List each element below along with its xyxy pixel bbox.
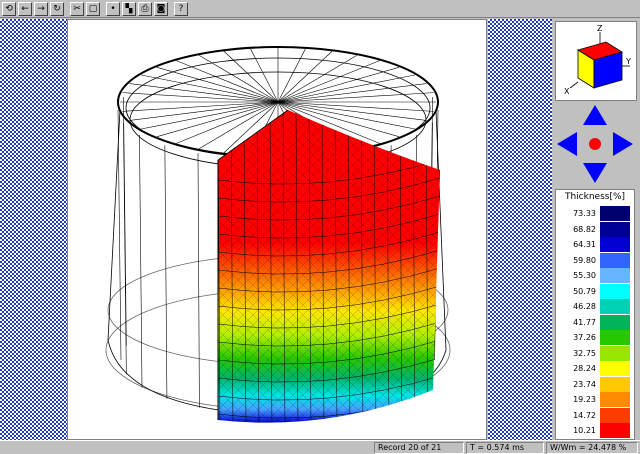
right-panel: Z Y X Thickness[%] 73.33 68.82 64.31 59.80 5… xyxy=(552,19,640,440)
legend-swatch xyxy=(600,423,630,438)
legend-row: 59.80 xyxy=(556,252,634,268)
toolbar: ⟲ ← → ↻ ✂ ▢ • ▚ ⎙ ◙? xyxy=(0,0,640,18)
middle-pattern xyxy=(488,19,552,440)
legend-row: 50.79 xyxy=(556,283,634,299)
legend-value: 28.24 xyxy=(573,364,596,373)
legend-title: Thickness[%] xyxy=(564,192,626,202)
time-status: T = 0.574 ms xyxy=(466,442,544,454)
arrow-up-icon[interactable] xyxy=(583,105,607,125)
ratio-status: W/Wm = 24.478 % xyxy=(546,442,638,454)
legend-value: 23.74 xyxy=(573,379,596,389)
navigation-pad xyxy=(555,103,635,185)
frame-icon[interactable]: ▢ xyxy=(86,1,100,16)
rotate-icon[interactable]: ⟲ xyxy=(2,1,16,16)
pointer-icon[interactable]: • xyxy=(106,1,120,16)
refresh-icon[interactable]: ↻ xyxy=(50,1,64,16)
legend-swatch xyxy=(600,345,630,361)
legend-swatch xyxy=(600,206,630,221)
arrow-right-icon[interactable]: → xyxy=(34,1,48,16)
legend-value: 73.33 xyxy=(573,209,596,218)
status-bar: Record 20 of 21 T = 0.574 ms W/Wm = 24.4… xyxy=(0,440,640,454)
cut-icon[interactable]: ✂ xyxy=(70,1,84,16)
axis-x-label: X xyxy=(564,87,570,96)
legend-row: 28.24 xyxy=(556,361,634,376)
arrow-left-icon[interactable]: ← xyxy=(18,1,32,16)
legend-value: 32.75 xyxy=(573,348,596,358)
legend-row: 19.23 xyxy=(556,392,634,407)
thickness-map xyxy=(218,110,440,423)
legend-row: 32.75 xyxy=(556,345,634,361)
cylinder-model xyxy=(105,46,451,423)
legend-swatch xyxy=(600,392,630,407)
palette-icon[interactable]: ▚ xyxy=(122,1,136,16)
legend-row: 10.21 xyxy=(556,423,634,438)
legend-row: 55.30 xyxy=(556,268,634,283)
legend-value: 37.26 xyxy=(573,333,596,342)
legend-value: 55.30 xyxy=(573,271,596,280)
arrow-left-icon[interactable] xyxy=(557,132,577,156)
legend-swatch xyxy=(600,252,630,268)
legend-value: 41.77 xyxy=(573,317,596,327)
legend-swatch xyxy=(600,283,630,299)
legend-value: 68.82 xyxy=(573,224,596,234)
legend-swatch xyxy=(600,299,630,314)
thickness-legend: Thickness[%] 73.33 68.82 64.31 59.80 55.30 50… xyxy=(555,189,635,440)
left-pattern xyxy=(0,19,67,440)
legend-swatch xyxy=(600,237,630,252)
legend-value: 19.23 xyxy=(573,395,596,404)
legend-row: 37.26 xyxy=(556,330,634,345)
legend-value: 64.31 xyxy=(573,240,596,249)
legend-value: 46.28 xyxy=(573,302,596,311)
legend-swatch xyxy=(600,361,630,376)
legend-row: 73.33 xyxy=(556,206,634,221)
axis-z-label: Z xyxy=(597,24,603,33)
legend-row: 64.31 xyxy=(556,237,634,252)
legend-value: 59.80 xyxy=(573,255,596,265)
legend-swatch xyxy=(600,407,630,423)
orientation-cube[interactable]: Z Y X xyxy=(555,21,637,101)
legend-row: 68.82 xyxy=(556,221,634,237)
help-icon[interactable]: ? xyxy=(174,1,188,16)
legend-row: 41.77 xyxy=(556,314,634,330)
record-status: Record 20 of 21 xyxy=(374,442,464,454)
legend-swatch xyxy=(600,314,630,330)
legend-value: 50.79 xyxy=(573,286,596,296)
center-icon[interactable] xyxy=(589,138,601,150)
legend-value: 10.21 xyxy=(573,426,596,435)
legend-swatch xyxy=(600,330,630,345)
model-viewport[interactable] xyxy=(67,19,487,440)
legend-swatch xyxy=(600,376,630,392)
arrow-down-icon[interactable] xyxy=(583,163,607,183)
legend-row: 46.28 xyxy=(556,299,634,314)
camera-icon[interactable]: ◙ xyxy=(154,1,168,16)
print-icon[interactable]: ⎙ xyxy=(138,1,152,16)
arrow-right-icon[interactable] xyxy=(613,132,633,156)
axis-y-label: Y xyxy=(625,57,631,66)
legend-row: 23.74 xyxy=(556,376,634,392)
legend-swatch xyxy=(600,221,630,237)
legend-value: 14.72 xyxy=(573,410,596,420)
legend-row: 14.72 xyxy=(556,407,634,423)
legend-swatch xyxy=(600,268,630,283)
